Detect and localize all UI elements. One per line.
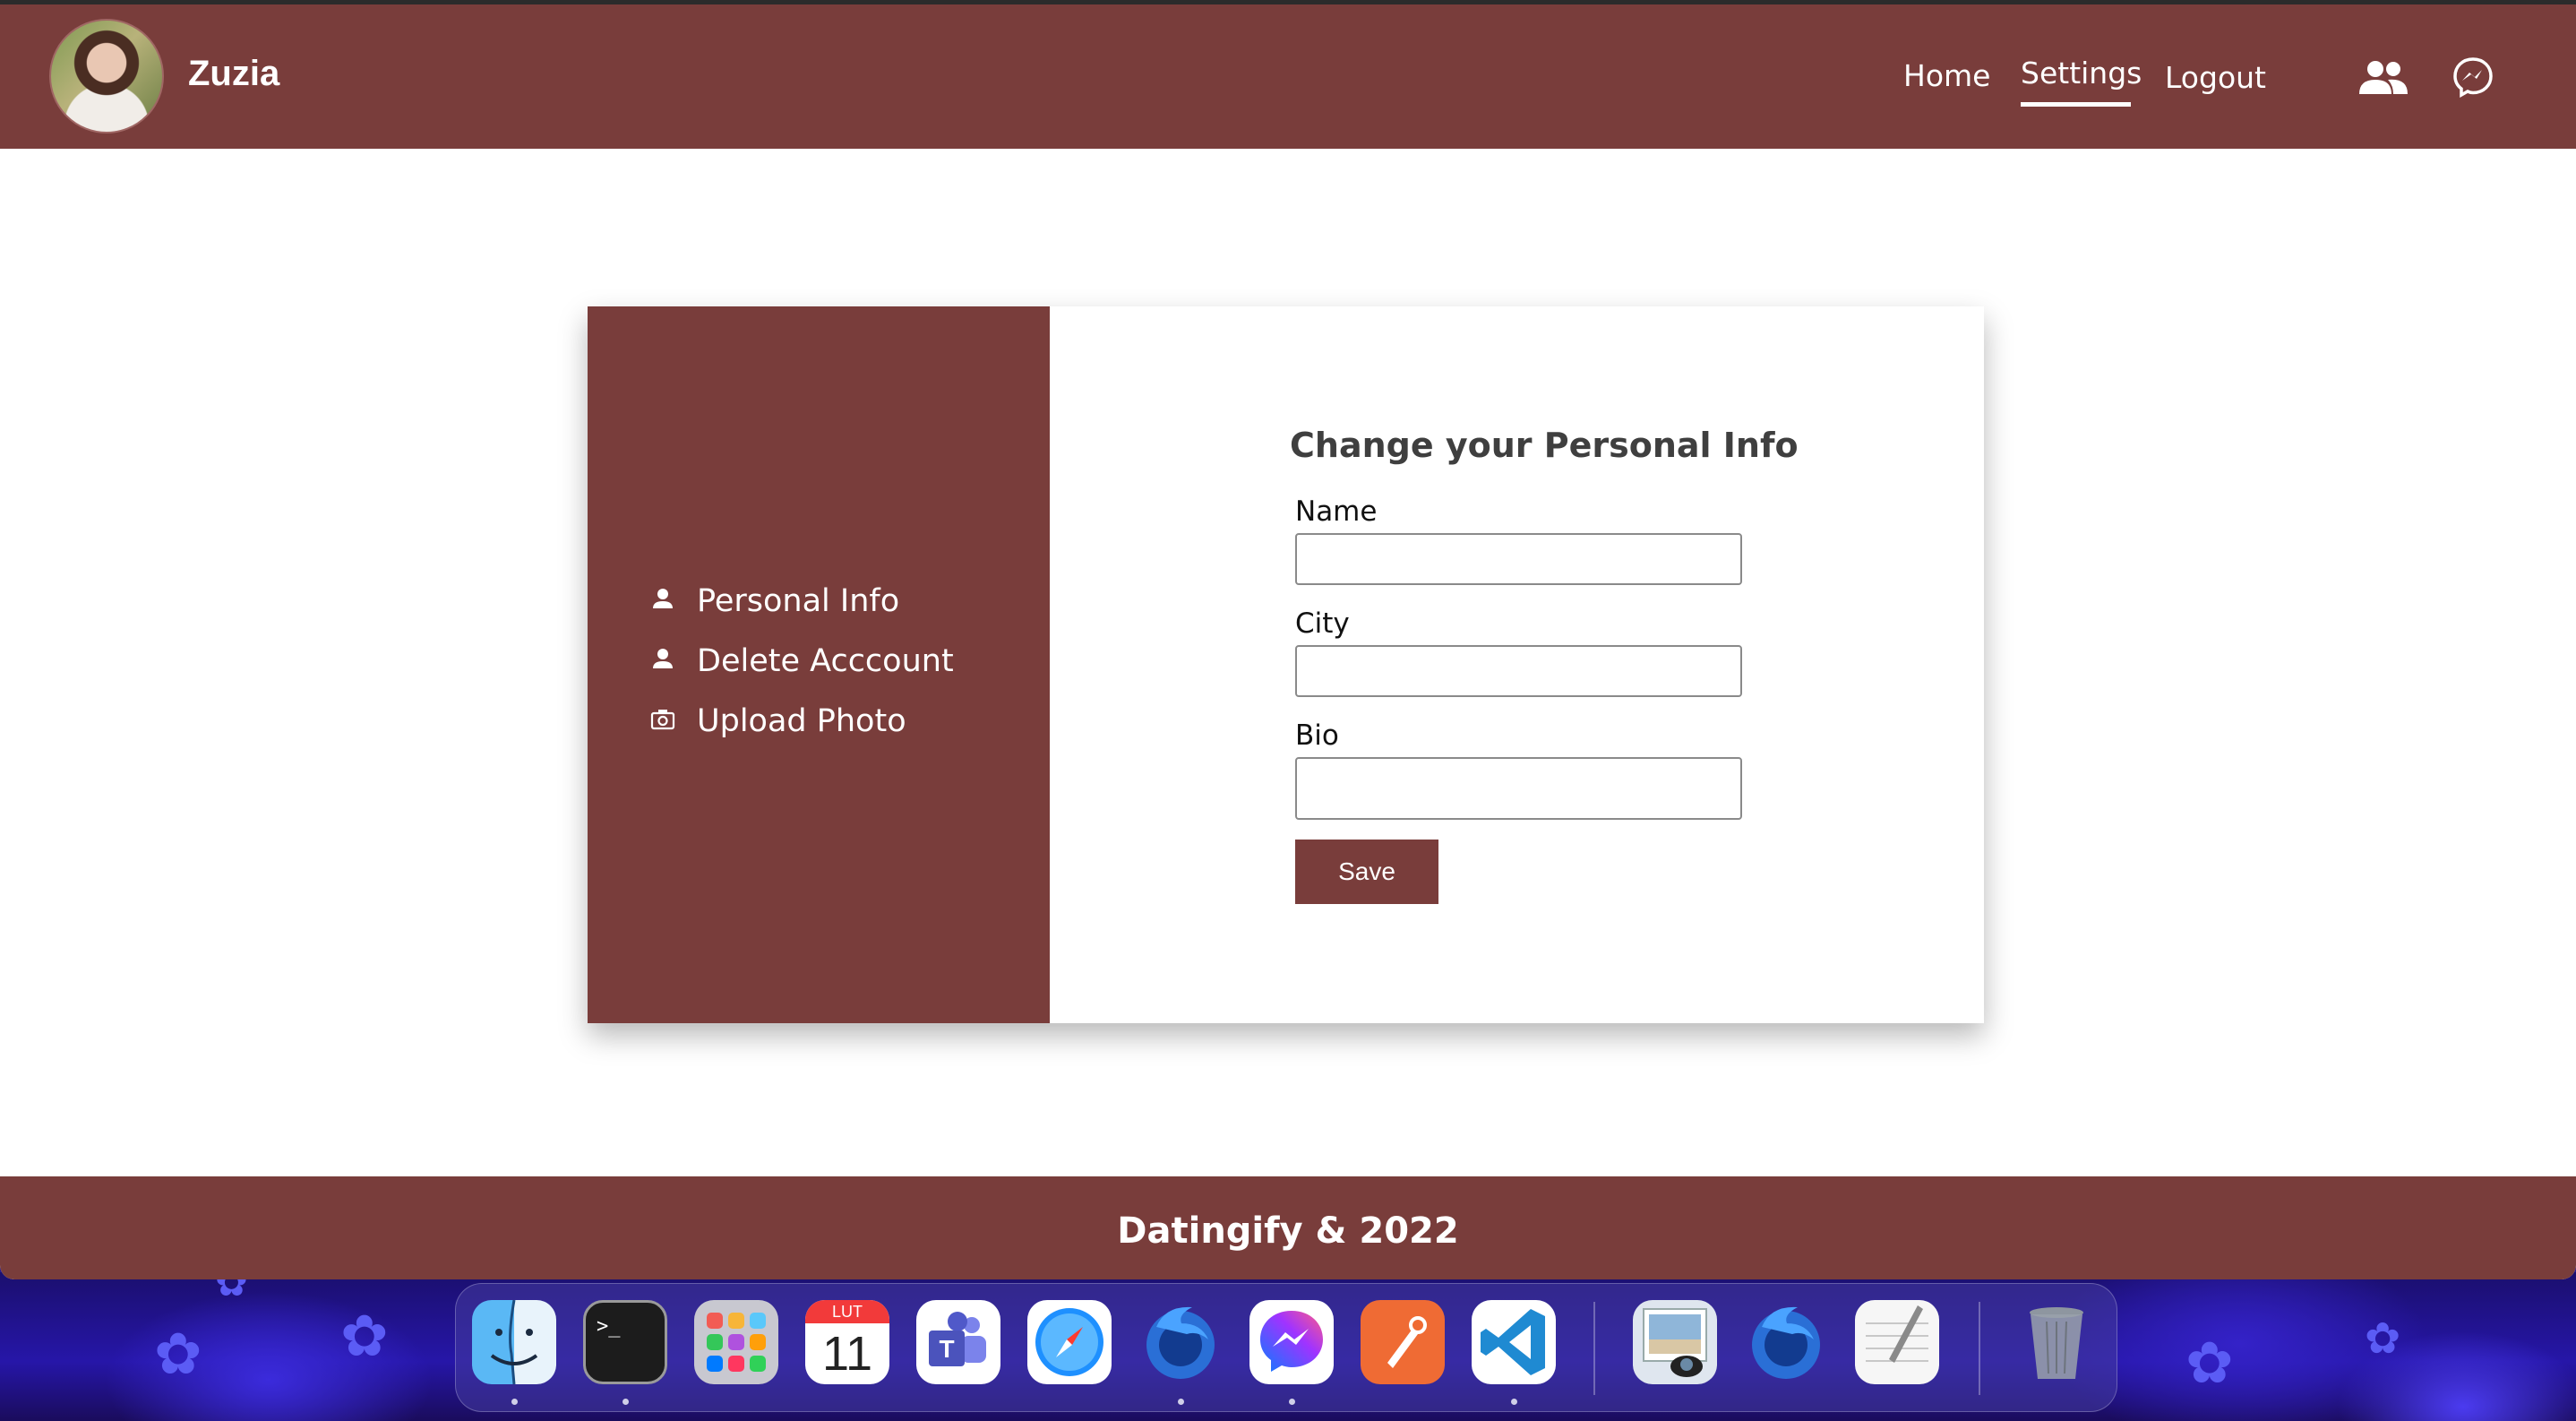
sidebar-item-label: Delete Acccount bbox=[697, 643, 954, 679]
settings-card: Personal Info Delete Acccount Upload Pho… bbox=[588, 306, 1984, 1023]
messenger-app-icon[interactable] bbox=[1249, 1300, 1334, 1384]
nav-logout-link[interactable]: Logout bbox=[2165, 60, 2266, 95]
textedit-icon[interactable] bbox=[1855, 1300, 1939, 1384]
nav-settings-link[interactable]: Settings bbox=[2021, 56, 2142, 90]
settings-sidebar: Personal Info Delete Acccount Upload Pho… bbox=[588, 306, 1050, 1023]
calendar-icon[interactable]: LUT 11 bbox=[805, 1300, 889, 1384]
sidebar-item-label: Personal Info bbox=[697, 583, 900, 619]
bio-field[interactable] bbox=[1295, 757, 1742, 820]
running-indicator bbox=[1289, 1399, 1295, 1405]
safari-icon[interactable] bbox=[1027, 1300, 1112, 1384]
calendar-day: 11 bbox=[821, 1327, 873, 1381]
form-title: Change your Personal Info bbox=[1290, 426, 1799, 465]
avatar[interactable] bbox=[49, 19, 164, 133]
teams-icon[interactable]: T bbox=[916, 1300, 1000, 1384]
page-footer: Datingify & 2022 bbox=[0, 1176, 2576, 1279]
bio-label: Bio bbox=[1295, 719, 1339, 752]
sidebar-item-label: Upload Photo bbox=[697, 703, 906, 739]
friends-icon[interactable] bbox=[2357, 60, 2409, 96]
flower-decoration: ✿ bbox=[154, 1322, 202, 1388]
flower-decoration: ✿ bbox=[340, 1304, 389, 1370]
browser-app-window: Zuzia Home Settings Logout Personal Info bbox=[0, 0, 2576, 1279]
firefox-icon[interactable] bbox=[1744, 1300, 1828, 1384]
vscode-icon[interactable] bbox=[1472, 1300, 1556, 1384]
sidebar-item-delete-account[interactable]: Delete Acccount bbox=[650, 643, 1009, 688]
active-tab-indicator bbox=[2021, 102, 2131, 107]
dock-separator bbox=[1979, 1302, 1980, 1395]
top-navbar: Zuzia Home Settings Logout bbox=[0, 4, 2576, 149]
sidebar-item-upload-photo[interactable]: Upload Photo bbox=[650, 703, 1009, 748]
name-field[interactable] bbox=[1295, 533, 1742, 585]
messenger-icon[interactable] bbox=[2452, 56, 2494, 98]
flower-decoration: ✿ bbox=[2365, 1313, 2401, 1364]
footer-text: Datingify & 2022 bbox=[1117, 1210, 1459, 1252]
preview-icon[interactable] bbox=[1633, 1300, 1717, 1384]
finder-icon[interactable] bbox=[472, 1300, 556, 1384]
running-indicator bbox=[511, 1399, 518, 1405]
terminal-icon[interactable]: >_ bbox=[583, 1300, 667, 1384]
dock-separator bbox=[1593, 1302, 1595, 1395]
sidebar-item-personal-info[interactable]: Personal Info bbox=[650, 583, 1009, 628]
firefox-icon[interactable] bbox=[1138, 1300, 1223, 1384]
camera-icon bbox=[650, 710, 675, 730]
city-field[interactable] bbox=[1295, 645, 1742, 697]
user-name[interactable]: Zuzia bbox=[188, 54, 279, 94]
running-indicator bbox=[623, 1399, 629, 1405]
person-icon bbox=[653, 589, 673, 608]
save-button[interactable]: Save bbox=[1295, 840, 1438, 904]
nav-home-link[interactable]: Home bbox=[1903, 58, 1990, 93]
launchpad-icon[interactable] bbox=[694, 1300, 778, 1384]
calendar-month: LUT bbox=[805, 1300, 889, 1323]
svg-text:T: T bbox=[939, 1335, 954, 1363]
macos-dock: >_ LUT 11 T bbox=[455, 1283, 2117, 1412]
name-label: Name bbox=[1295, 495, 1378, 528]
running-indicator bbox=[1511, 1399, 1517, 1405]
flower-decoration: ✿ bbox=[2185, 1331, 2234, 1397]
person-icon bbox=[653, 649, 673, 668]
postman-icon[interactable] bbox=[1361, 1300, 1445, 1384]
running-indicator bbox=[1178, 1399, 1184, 1405]
city-label: City bbox=[1295, 607, 1350, 640]
trash-icon[interactable] bbox=[2014, 1300, 2099, 1384]
